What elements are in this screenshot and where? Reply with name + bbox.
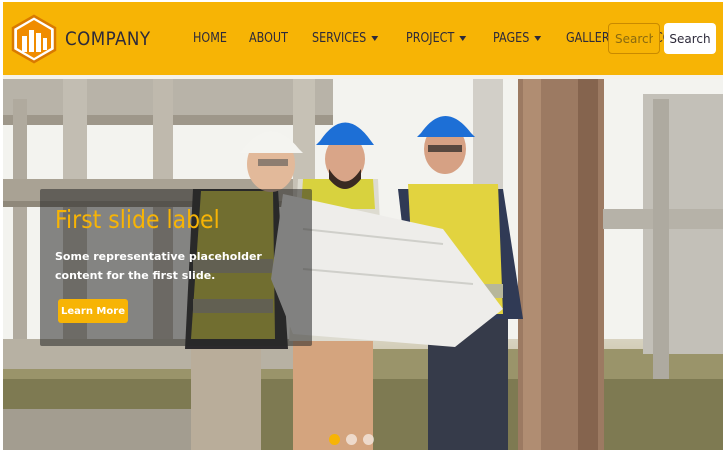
nav-item-services[interactable]: SERVICES [311, 31, 379, 46]
nav-item-label: HOME [193, 31, 227, 46]
navbar: COMPANY HOME ABOUT SERVICES PROJECT PAGES GAL… [3, 2, 723, 75]
brand-name: COMPANY [65, 27, 151, 50]
hero-carousel: First slide label Some representative pl… [3, 79, 723, 450]
nav-item-label: PROJECT [405, 31, 455, 46]
carousel-indicator-1[interactable] [329, 434, 340, 445]
carousel-indicator-3[interactable] [363, 434, 374, 445]
brand[interactable]: COMPANY [9, 14, 162, 64]
nav-item-home[interactable]: HOME [193, 31, 227, 46]
search-button[interactable]: Search [664, 23, 716, 54]
nav-item-about[interactable]: ABOUT [249, 31, 288, 46]
learn-more-button[interactable]: Learn More [58, 299, 128, 323]
caption-text: Some representative placeholder content … [55, 250, 262, 282]
nav-item-pages[interactable]: PAGES [492, 31, 542, 46]
carousel-indicator-2[interactable] [346, 434, 357, 445]
carousel-caption: First slide label Some representative pl… [40, 189, 312, 346]
carousel-indicators [329, 434, 380, 445]
nav-item-project[interactable]: PROJECT [405, 31, 467, 46]
nav-item-label: PAGES [492, 31, 530, 46]
search-input[interactable] [608, 23, 660, 54]
page-frame: COMPANY HOME ABOUT SERVICES PROJECT PAGES GAL… [3, 2, 723, 450]
nav-item-label: SERVICES [311, 31, 366, 46]
caption-title: First slide label [55, 205, 220, 234]
building-logo-icon [11, 14, 57, 63]
nav-item-label: ABOUT [249, 31, 289, 46]
caret-down-icon [459, 36, 467, 41]
caret-down-icon [371, 36, 379, 41]
caret-down-icon [534, 36, 542, 41]
